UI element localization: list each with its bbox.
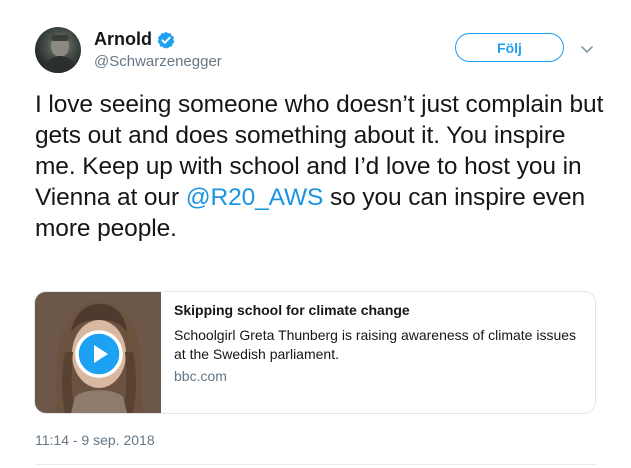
avatar-photo-icon xyxy=(43,35,77,73)
tweet-timestamp[interactable]: 11:14 - 9 sep. 2018 xyxy=(35,432,155,448)
tweet-text: I love seeing someone who doesn’t just c… xyxy=(35,89,605,244)
mention-link[interactable]: @R20_AWS xyxy=(186,184,324,211)
follow-button[interactable]: Följ xyxy=(455,33,564,62)
avatar[interactable] xyxy=(35,27,81,73)
chevron-down-icon[interactable] xyxy=(580,42,594,53)
card-thumbnail[interactable] xyxy=(35,292,161,413)
author-display-name[interactable]: Arnold xyxy=(94,29,152,50)
link-card[interactable]: Skipping school for climate change Schoo… xyxy=(34,291,596,414)
divider xyxy=(35,464,596,465)
play-icon[interactable] xyxy=(75,330,123,378)
card-title[interactable]: Skipping school for climate change xyxy=(174,302,410,318)
author-handle[interactable]: @Schwarzenegger xyxy=(94,53,222,70)
verified-badge-icon xyxy=(157,31,175,49)
author-name-row: Arnold xyxy=(94,29,175,50)
card-domain: bbc.com xyxy=(174,368,227,384)
tweet: Arnold @Schwarzenegger Följ I love seein… xyxy=(0,0,631,468)
card-description: Schoolgirl Greta Thunberg is raising awa… xyxy=(174,327,577,362)
